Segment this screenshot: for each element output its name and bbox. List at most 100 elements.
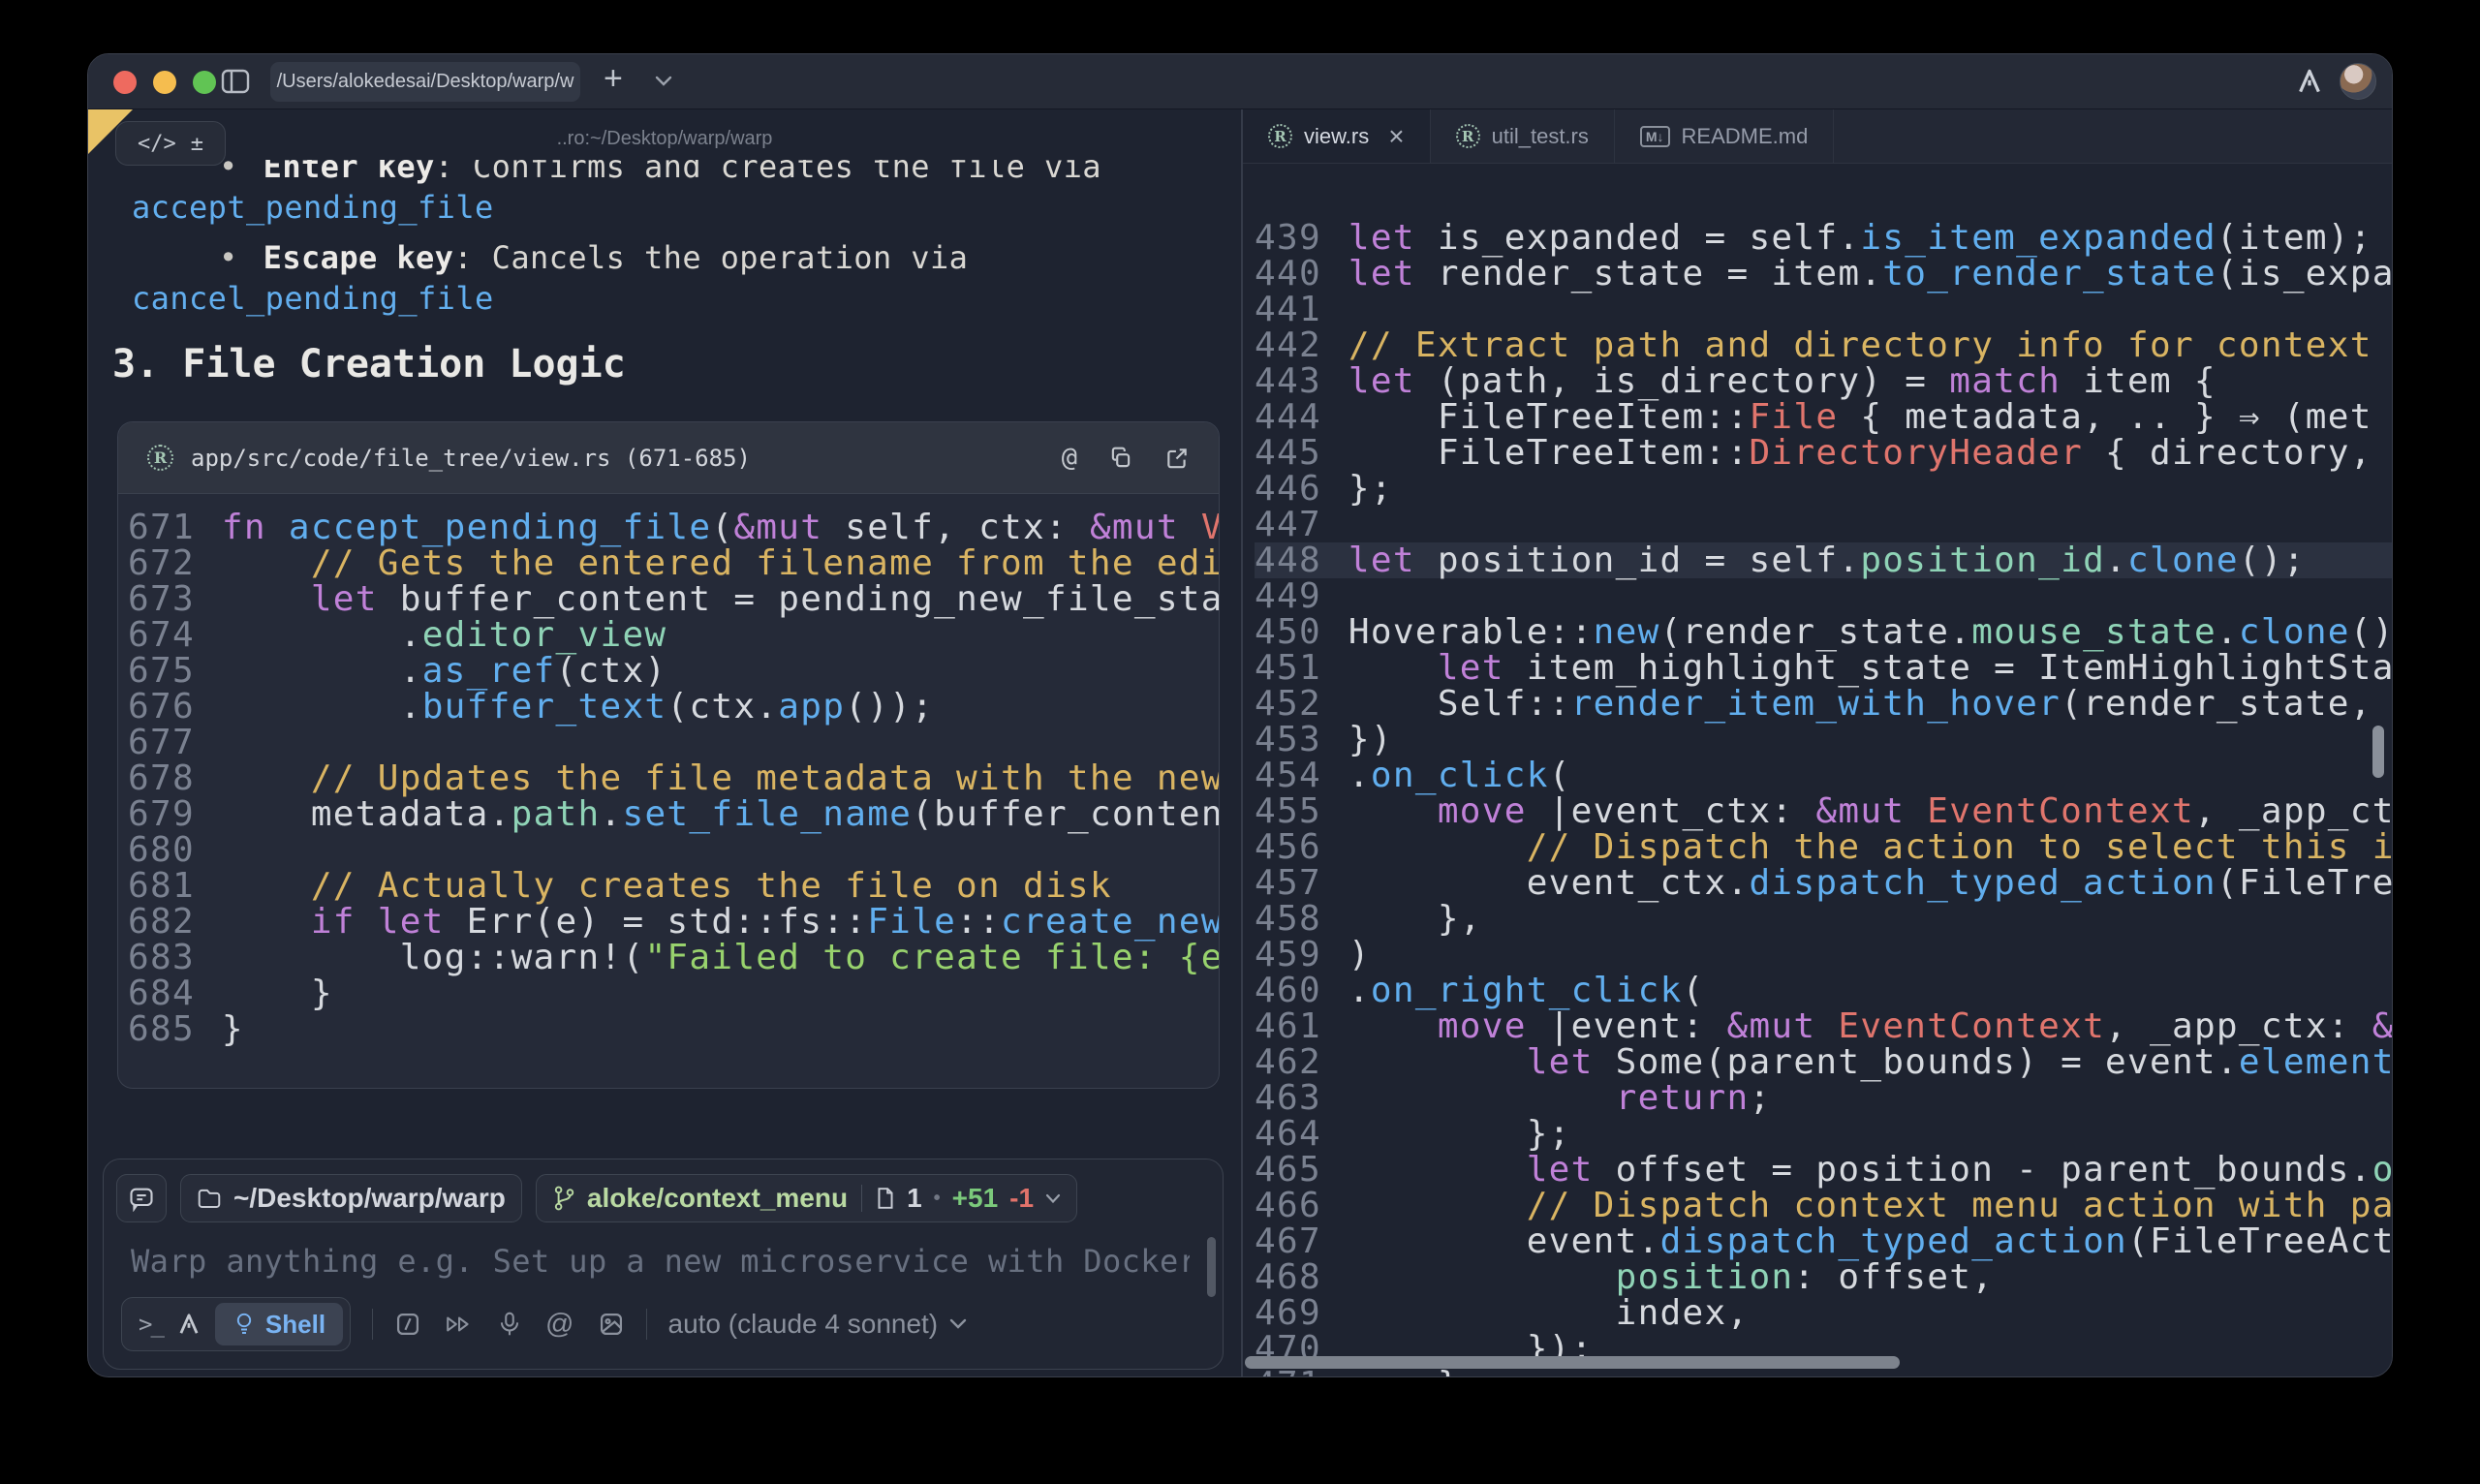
code-line: 464 }; <box>1255 1116 2392 1152</box>
line-number: 673 <box>128 581 195 617</box>
zoom-window-button[interactable] <box>193 71 216 94</box>
line-number: 440 <box>1255 256 1321 292</box>
toolbar-icons: @ <box>394 1311 624 1339</box>
close-tab-icon[interactable]: × <box>1388 127 1404 146</box>
warp-logo-icon[interactable] <box>2295 67 2324 96</box>
line-number: 458 <box>1255 901 1321 937</box>
warp-window: /Users/alokedesai/Desktop/warp/w + </> ±… <box>87 53 2393 1377</box>
code-line: 460.on_right_click( <box>1255 973 2392 1008</box>
slash-command-icon[interactable] <box>394 1311 421 1338</box>
minimize-window-button[interactable] <box>153 71 176 94</box>
horizontal-scrollbar-thumb[interactable] <box>1245 1356 1900 1369</box>
line-number: 680 <box>128 832 195 868</box>
code-line: 683 log::warn!("Failed to create file: {… <box>128 940 1219 975</box>
active-tab-title[interactable]: /Users/alokedesai/Desktop/warp/w <box>270 62 580 102</box>
vertical-scrollbar-thumb[interactable] <box>2372 726 2384 778</box>
toolbar-divider <box>372 1309 373 1340</box>
editor-tab-util_test.rs[interactable]: Rutil_test.rs <box>1431 109 1615 163</box>
line-number: 685 <box>128 1011 195 1047</box>
copy-icon[interactable] <box>1108 446 1133 471</box>
input-scrollbar-thumb[interactable] <box>1207 1237 1216 1297</box>
line-number: 446 <box>1255 471 1321 507</box>
mode-segmented-control: >_ Shell <box>121 1297 351 1351</box>
editor-tab-view.rs[interactable]: Rview.rs× <box>1243 109 1431 163</box>
line-number: 466 <box>1255 1188 1321 1223</box>
code-line: 444 FileTreeItem::File { metadata, .. } … <box>1255 399 2392 435</box>
code-line: 446}; <box>1255 471 2392 507</box>
code-line: 685} <box>128 1011 1219 1047</box>
code-line: 452 Self::render_item_with_hover(render_… <box>1255 686 2392 722</box>
line-number: 450 <box>1255 614 1321 650</box>
code-toggle-icon[interactable]: </> <box>138 132 176 156</box>
agent-output-scroll[interactable]: •Enter key: Confirms and creates the fil… <box>88 160 1241 1156</box>
markdown-file-icon: M↓ <box>1640 126 1670 147</box>
line-number: 461 <box>1255 1008 1321 1044</box>
code-line: 677 <box>128 725 1219 760</box>
code-line: 451 let item_highlight_state = ItemHighl… <box>1255 650 2392 686</box>
rust-file-icon: R <box>1268 124 1292 148</box>
line-number: 462 <box>1255 1044 1321 1080</box>
sidebar-toggle-icon[interactable] <box>220 67 251 96</box>
command-input-placeholder[interactable]: Warp anything e.g. Set up a new microser… <box>131 1243 1190 1280</box>
line-number: 469 <box>1255 1295 1321 1331</box>
tab-list-chevron-icon[interactable] <box>655 76 672 87</box>
fast-forward-icon[interactable] <box>445 1312 474 1337</box>
toolbar-divider <box>646 1309 647 1340</box>
microphone-icon[interactable] <box>497 1311 522 1338</box>
code-line: 447 <box>1255 507 2392 542</box>
line-number: 452 <box>1255 686 1321 722</box>
code-line: 680 <box>128 832 1219 868</box>
line-number: 671 <box>128 510 195 545</box>
code-line: 673 let buffer_content = pending_new_fil… <box>128 581 1219 617</box>
line-number: 449 <box>1255 578 1321 614</box>
line-number: 679 <box>128 796 195 832</box>
files-changed-count: 1 <box>907 1183 922 1214</box>
code-line: 466 // Dispatch context menu action with… <box>1255 1188 2392 1223</box>
new-tab-button[interactable]: + <box>604 60 623 98</box>
section-heading: 3. File Creation Logic <box>112 340 1241 388</box>
code-line: 684 } <box>128 975 1219 1011</box>
line-number: 675 <box>128 653 195 689</box>
open-in-editor-icon[interactable] <box>1164 446 1190 471</box>
user-avatar[interactable] <box>2340 63 2376 100</box>
git-branch-icon <box>552 1185 575 1212</box>
cwd-chip[interactable]: ~/Desktop/warp/warp <box>180 1174 522 1222</box>
code-line: 674 .editor_view <box>128 617 1219 653</box>
line-number: 672 <box>128 545 195 581</box>
image-attach-icon[interactable] <box>598 1311 625 1338</box>
diff-toggle-icon[interactable]: ± <box>191 132 203 156</box>
model-selector[interactable]: auto (claude 4 sonnet) <box>668 1309 968 1340</box>
code-line: 465 let offset = position - parent_bound… <box>1255 1152 2392 1188</box>
line-number: 676 <box>128 689 195 725</box>
code-line: 443let (path, is_directory) = match item… <box>1255 363 2392 399</box>
mention-icon[interactable]: @ <box>1062 445 1077 471</box>
conversation-chip[interactable] <box>116 1174 167 1222</box>
mention-icon[interactable]: @ <box>545 1311 574 1339</box>
line-number: 444 <box>1255 399 1321 435</box>
dot-separator: • <box>934 1188 941 1210</box>
command-input-box[interactable]: ~/Desktop/warp/warp aloke/context_menu 1… <box>103 1159 1224 1370</box>
editor-tab-README.md[interactable]: M↓README.md <box>1615 109 1834 163</box>
editor-tab-bar: Rview.rs×Rutil_test.rsM↓README.md <box>1243 109 2392 164</box>
line-number: 441 <box>1255 292 1321 327</box>
code-symbol-link[interactable]: cancel_pending_file <box>132 278 1241 319</box>
chevron-down-icon <box>949 1318 967 1330</box>
code-line: 671fn accept_pending_file(&mut self, ctx… <box>128 510 1219 545</box>
editor-code-area[interactable]: 439let is_expanded = self.is_item_expand… <box>1243 164 2392 1376</box>
code-line: 463 return; <box>1255 1080 2392 1116</box>
list-item-term: Escape key <box>264 239 454 276</box>
code-snippet-header: R app/src/code/file_tree/view.rs (671-68… <box>118 422 1219 494</box>
lightbulb-icon <box>232 1312 256 1337</box>
code-symbol-link[interactable]: accept_pending_file <box>132 187 1241 228</box>
line-number: 682 <box>128 904 195 940</box>
block-context-path: ..ro:~/Desktop/warp/warp <box>88 128 1241 150</box>
warp-agent-icon[interactable] <box>176 1312 202 1337</box>
line-number: 464 <box>1255 1116 1321 1152</box>
git-status-chip[interactable]: aloke/context_menu 1 • +51 -1 <box>536 1174 1077 1222</box>
shell-mode-selected[interactable]: Shell <box>215 1303 343 1345</box>
line-number: 443 <box>1255 363 1321 399</box>
code-snippet-body: 671fn accept_pending_file(&mut self, ctx… <box>118 494 1219 1088</box>
input-toolbar: >_ Shell <box>121 1297 1203 1351</box>
terminal-prompt-icon[interactable]: >_ <box>129 1311 163 1338</box>
close-window-button[interactable] <box>113 71 137 94</box>
